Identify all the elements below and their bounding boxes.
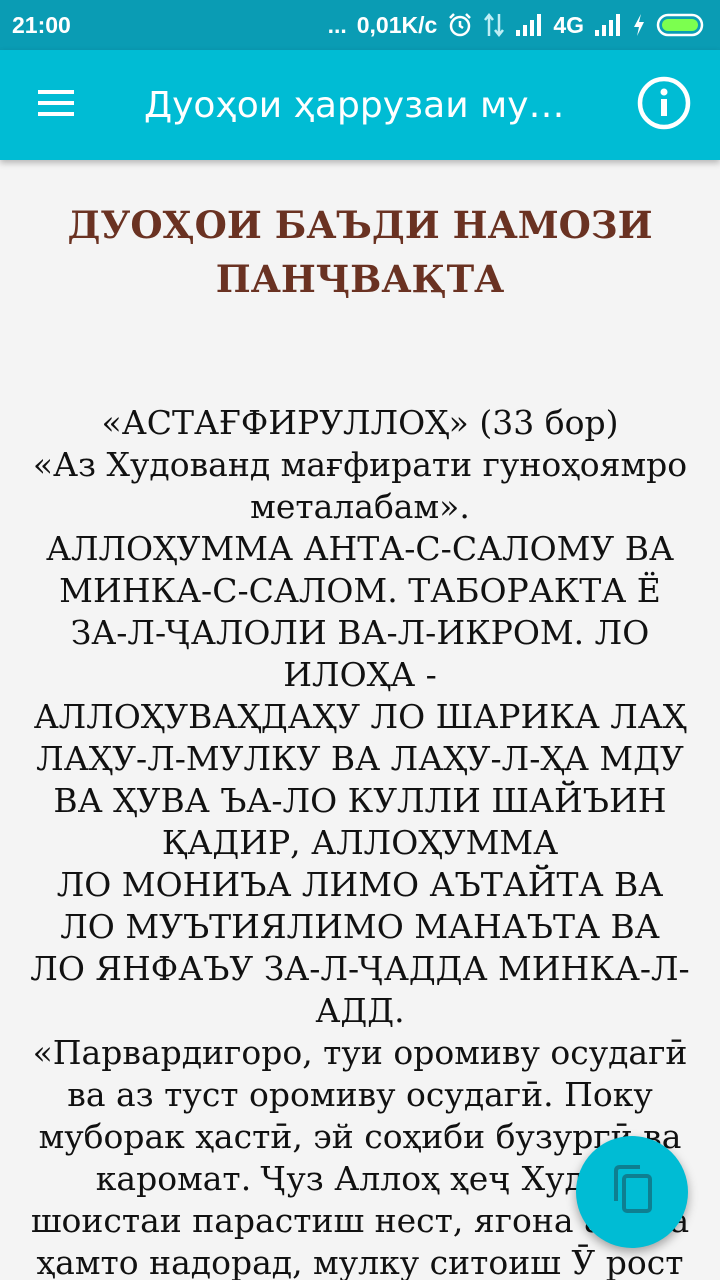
text-line: ЛО МОНИЪА ЛИМО АЪТАЙТА ВА — [56, 865, 664, 904]
menu-button[interactable] — [0, 50, 112, 160]
app-title: Дуоҳои ҳаррузаи мус... — [144, 84, 576, 126]
text-line: «Аз Худованд мағфирати гуноҳоямро метала… — [32, 445, 688, 526]
signal-icon — [515, 13, 543, 37]
status-indicators: ... 0,01K/c 4G — [328, 12, 706, 39]
status-dots: ... — [327, 11, 347, 38]
info-icon — [636, 75, 692, 135]
network-speed: 0,01K/c — [356, 11, 438, 38]
copy-button[interactable] — [576, 1136, 688, 1248]
page-heading: ДУОҲОИ БАЪДИ НАМОЗИ ПАНҶВАҚТА — [67, 203, 653, 301]
text-line: «АСТАҒФИРУЛЛОҲ» (33 бор) — [101, 403, 619, 442]
charging-icon — [632, 13, 646, 37]
network-type: 4G — [553, 11, 584, 38]
alarm-icon — [447, 12, 473, 38]
info-button[interactable] — [608, 50, 720, 160]
text-line: ЛО МУЪТИЯЛИМО МАНАЪТА ВА — [60, 907, 660, 946]
status-bar: 21:00 ... 0,01K/c 4G — [0, 0, 720, 50]
status-time: 21:00 — [12, 11, 71, 38]
battery-icon — [656, 12, 706, 38]
content-area[interactable]: ДУОҲОИ БАЪДИ НАМОЗИ ПАНҶВАҚТА «АСТАҒФИРУ… — [0, 160, 720, 1280]
data-transfer-icon — [483, 12, 505, 38]
prayer-text: «АСТАҒФИРУЛЛОҲ» (33 бор) «Аз Худованд ма… — [28, 402, 692, 1280]
text-line: АЛЛОҲУВАҲДАҲУ ЛО ШАРИКА ЛАҲ ЛАҲУ-Л-МУЛКУ… — [33, 697, 687, 862]
text-line: ЛО ЯНФАЪУ ЗА-Л-ҶАДДА МИНКА-Л-АДД. — [30, 949, 690, 1030]
app-bar: Дуоҳои ҳаррузаи мус... — [0, 50, 720, 160]
signal-icon-2 — [594, 13, 622, 37]
hamburger-menu-icon — [36, 88, 76, 122]
text-line: АЛЛОҲУММА АНТА-С-САЛОМУ ВА МИНКА-С-САЛОМ… — [45, 529, 675, 694]
copy-icon — [610, 1165, 654, 1219]
